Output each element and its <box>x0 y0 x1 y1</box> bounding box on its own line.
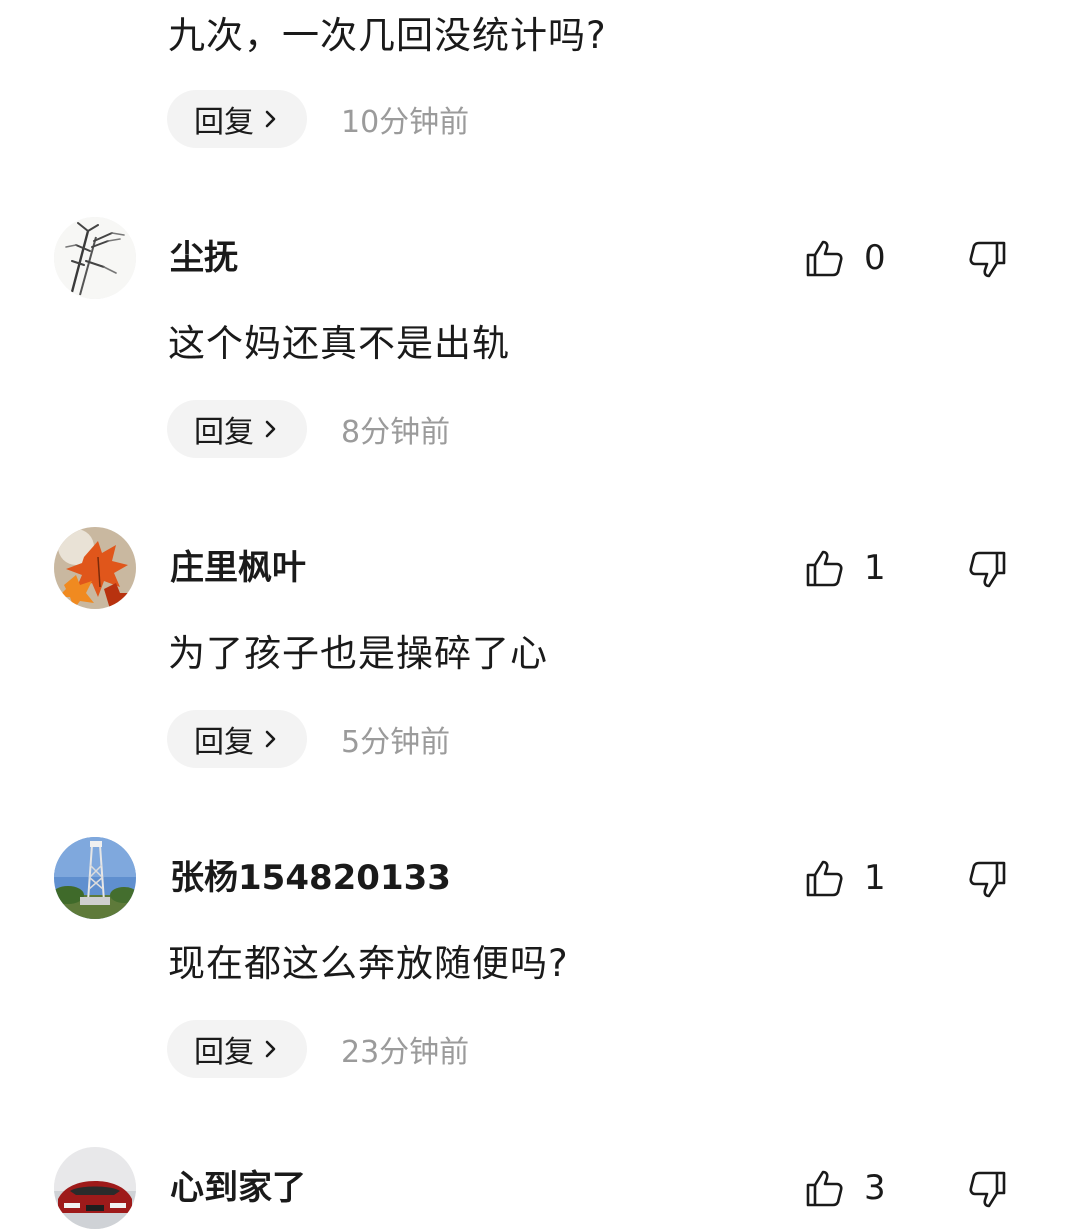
like-count: 1 <box>864 548 886 588</box>
like-button[interactable]: 3 <box>804 1168 886 1208</box>
chevron-right-icon <box>265 420 276 438</box>
like-button[interactable]: 0 <box>804 238 886 278</box>
comment-time: 5分钟前 <box>341 725 451 760</box>
chevron-right-icon <box>265 730 276 748</box>
reply-label: 回复 <box>194 105 254 140</box>
dislike-button[interactable] <box>968 1170 1008 1210</box>
username[interactable]: 心到家了 <box>170 1166 306 1210</box>
thumbs-up-icon <box>806 550 843 587</box>
comment-content: 九次，一次几回没统计吗? <box>168 14 607 57</box>
reply-button[interactable]: 回复 <box>167 90 307 148</box>
chevron-right-icon <box>265 110 276 128</box>
dislike-button[interactable] <box>968 860 1008 900</box>
comment-actions: 回复 5分钟前 <box>167 710 450 768</box>
comment-content: 现在都这么奔放随便吗? <box>168 942 569 985</box>
comment-time: 8分钟前 <box>341 415 451 450</box>
car-avatar-image <box>54 1147 136 1229</box>
comment-content: 为了孩子也是操碎了心 <box>168 632 548 675</box>
reply-label: 回复 <box>194 1035 254 1070</box>
bamboo-avatar-image <box>54 217 136 299</box>
avatar[interactable] <box>54 217 136 299</box>
reply-button[interactable]: 回复 <box>167 1020 307 1078</box>
comment-actions: 回复 10分钟前 <box>167 90 469 148</box>
username[interactable]: 庄里枫叶 <box>170 546 306 590</box>
thumbs-down-icon <box>969 1171 1006 1208</box>
thumbs-up-icon <box>806 1170 843 1207</box>
comment-actions: 回复 23分钟前 <box>167 1020 469 1078</box>
avatar[interactable] <box>54 1147 136 1229</box>
like-button[interactable]: 1 <box>804 548 886 588</box>
like-count: 3 <box>864 1168 886 1208</box>
comment-content: 这个妈还真不是出轨 <box>168 322 510 365</box>
dislike-button[interactable] <box>968 240 1008 280</box>
reply-button[interactable]: 回复 <box>167 710 307 768</box>
maple-avatar-image <box>54 527 136 609</box>
thumbs-up-icon <box>806 860 843 897</box>
comment-time: 23分钟前 <box>341 1035 470 1070</box>
thumbs-down-icon <box>969 241 1006 278</box>
avatar[interactable] <box>54 837 136 919</box>
comment-actions: 回复 8分钟前 <box>167 400 450 458</box>
chevron-right-icon <box>265 1040 276 1058</box>
tower-avatar-image <box>54 837 136 919</box>
thumbs-up-icon <box>806 240 843 277</box>
like-count: 1 <box>864 858 886 898</box>
username[interactable]: 尘抚 <box>170 236 238 280</box>
like-count: 0 <box>864 238 886 278</box>
reply-label: 回复 <box>194 415 254 450</box>
avatar[interactable] <box>54 527 136 609</box>
like-button[interactable]: 1 <box>804 858 886 898</box>
reply-label: 回复 <box>194 725 254 760</box>
reply-button[interactable]: 回复 <box>167 400 307 458</box>
comment-time: 10分钟前 <box>341 105 470 140</box>
thumbs-down-icon <box>969 551 1006 588</box>
dislike-button[interactable] <box>968 550 1008 590</box>
thumbs-down-icon <box>969 861 1006 898</box>
username[interactable]: 张杨154820133 <box>170 856 451 900</box>
